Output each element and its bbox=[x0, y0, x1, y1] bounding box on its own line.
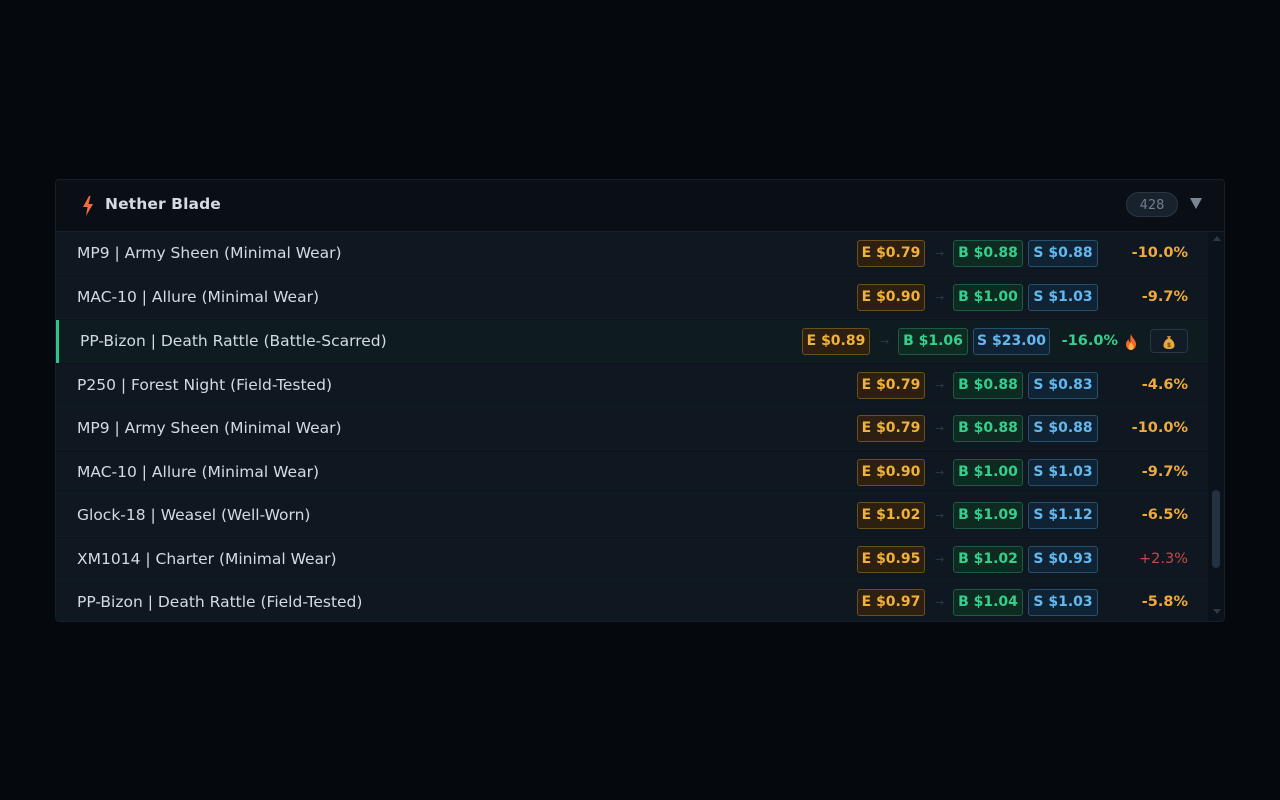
buy-price-tag: B $1.00 bbox=[953, 459, 1023, 486]
item-name: P250 | Forest Night (Field-Tested) bbox=[77, 376, 333, 394]
sell-price-tag: S $0.88 bbox=[1028, 415, 1098, 442]
entry-price-tag: E $0.90 bbox=[857, 459, 925, 486]
arrow-icon: → bbox=[935, 466, 945, 479]
item-name: PP-Bizon | Death Rattle (Field-Tested) bbox=[77, 593, 363, 611]
buy-price-tag: B $0.88 bbox=[953, 415, 1023, 442]
money-bag-button[interactable]: $ bbox=[1150, 329, 1188, 353]
item-row-highlighted[interactable]: PP-Bizon | Death Rattle (Battle-Scarred)… bbox=[56, 320, 1208, 363]
item-name: MP9 | Army Sheen (Minimal Wear) bbox=[77, 419, 342, 437]
entry-price-tag: E $0.79 bbox=[857, 415, 925, 442]
sell-price-tag: S $0.88 bbox=[1028, 240, 1098, 267]
sell-price-tag: S $23.00 bbox=[973, 328, 1050, 355]
count-badge: 428 bbox=[1126, 192, 1178, 217]
arrow-icon: → bbox=[935, 553, 945, 566]
percent-change: -6.5% bbox=[1141, 507, 1188, 523]
sell-price-tag: S $1.03 bbox=[1028, 589, 1098, 616]
entry-price-tag: E $0.79 bbox=[857, 372, 925, 399]
percent-change: -5.8% bbox=[1141, 594, 1188, 610]
arrow-icon: → bbox=[935, 422, 945, 435]
scroll-thumb[interactable] bbox=[1212, 490, 1220, 568]
scroll-down-arrow-icon[interactable] bbox=[1213, 609, 1221, 614]
buy-price-tag: B $0.88 bbox=[953, 372, 1023, 399]
item-row[interactable]: PP-Bizon | Death Rattle (Field-Tested) E… bbox=[56, 581, 1208, 621]
percent-change: -10.0% bbox=[1131, 420, 1188, 436]
buy-price-tag: B $1.06 bbox=[898, 328, 968, 355]
arrow-icon: → bbox=[935, 596, 945, 609]
item-name: PP-Bizon | Death Rattle (Battle-Scarred) bbox=[80, 332, 387, 350]
item-name: MAC-10 | Allure (Minimal Wear) bbox=[77, 463, 320, 481]
panel-title: Nether Blade bbox=[105, 195, 221, 213]
buy-price-tag: B $1.04 bbox=[953, 589, 1023, 616]
item-row[interactable]: Glock-18 | Weasel (Well-Worn) E $1.02 → … bbox=[56, 494, 1208, 537]
nether-blade-panel: Nether Blade 428 MP9 | Army Sheen (Minim… bbox=[55, 179, 1225, 622]
item-row[interactable]: XM1014 | Charter (Minimal Wear) E $0.95 … bbox=[56, 538, 1208, 581]
arrow-icon: → bbox=[935, 509, 945, 522]
panel-header[interactable]: Nether Blade 428 bbox=[56, 180, 1224, 232]
item-name: MP9 | Army Sheen (Minimal Wear) bbox=[77, 244, 342, 262]
item-name: XM1014 | Charter (Minimal Wear) bbox=[77, 550, 337, 568]
sell-price-tag: S $1.03 bbox=[1028, 284, 1098, 311]
buy-price-tag: B $1.09 bbox=[953, 502, 1023, 529]
percent-change: -4.6% bbox=[1141, 377, 1188, 393]
fire-icon bbox=[1126, 334, 1136, 350]
caret-down-icon[interactable] bbox=[1190, 197, 1202, 209]
item-row[interactable]: P250 | Forest Night (Field-Tested) E $0.… bbox=[56, 364, 1208, 407]
sell-price-tag: S $0.83 bbox=[1028, 372, 1098, 399]
entry-price-tag: E $0.97 bbox=[857, 589, 925, 616]
entry-price-tag: E $0.79 bbox=[857, 240, 925, 267]
item-list: MP9 | Army Sheen (Minimal Wear) E $0.79 … bbox=[56, 232, 1208, 621]
arrow-icon: → bbox=[935, 291, 945, 304]
svg-text:$: $ bbox=[1167, 342, 1171, 349]
item-row[interactable]: MAC-10 | Allure (Minimal Wear) E $0.90 →… bbox=[56, 276, 1208, 319]
percent-change: +2.3% bbox=[1139, 551, 1188, 567]
entry-price-tag: E $0.89 bbox=[802, 328, 870, 355]
entry-price-tag: E $0.95 bbox=[857, 546, 925, 573]
arrow-icon: → bbox=[880, 335, 890, 348]
sell-price-tag: S $1.12 bbox=[1028, 502, 1098, 529]
lightning-bolt-icon bbox=[83, 196, 93, 216]
scroll-up-arrow-icon[interactable] bbox=[1213, 236, 1221, 241]
item-row[interactable]: MP9 | Army Sheen (Minimal Wear) E $0.79 … bbox=[56, 407, 1208, 450]
percent-change: -16.0% bbox=[1061, 333, 1118, 349]
sell-price-tag: S $0.93 bbox=[1028, 546, 1098, 573]
money-bag-icon: $ bbox=[1163, 335, 1175, 349]
percent-change: -9.7% bbox=[1141, 289, 1188, 305]
arrow-icon: → bbox=[935, 379, 945, 392]
entry-price-tag: E $0.90 bbox=[857, 284, 925, 311]
buy-price-tag: B $1.00 bbox=[953, 284, 1023, 311]
scrollbar[interactable] bbox=[1208, 232, 1224, 621]
percent-change: -10.0% bbox=[1131, 245, 1188, 261]
percent-change: -9.7% bbox=[1141, 464, 1188, 480]
item-name: Glock-18 | Weasel (Well-Worn) bbox=[77, 506, 311, 524]
sell-price-tag: S $1.03 bbox=[1028, 459, 1098, 486]
item-row[interactable]: MAC-10 | Allure (Minimal Wear) E $0.90 →… bbox=[56, 451, 1208, 494]
item-name: MAC-10 | Allure (Minimal Wear) bbox=[77, 288, 320, 306]
buy-price-tag: B $0.88 bbox=[953, 240, 1023, 267]
arrow-icon: → bbox=[935, 247, 945, 260]
item-row[interactable]: MP9 | Army Sheen (Minimal Wear) E $0.79 … bbox=[56, 232, 1208, 275]
buy-price-tag: B $1.02 bbox=[953, 546, 1023, 573]
entry-price-tag: E $1.02 bbox=[857, 502, 925, 529]
